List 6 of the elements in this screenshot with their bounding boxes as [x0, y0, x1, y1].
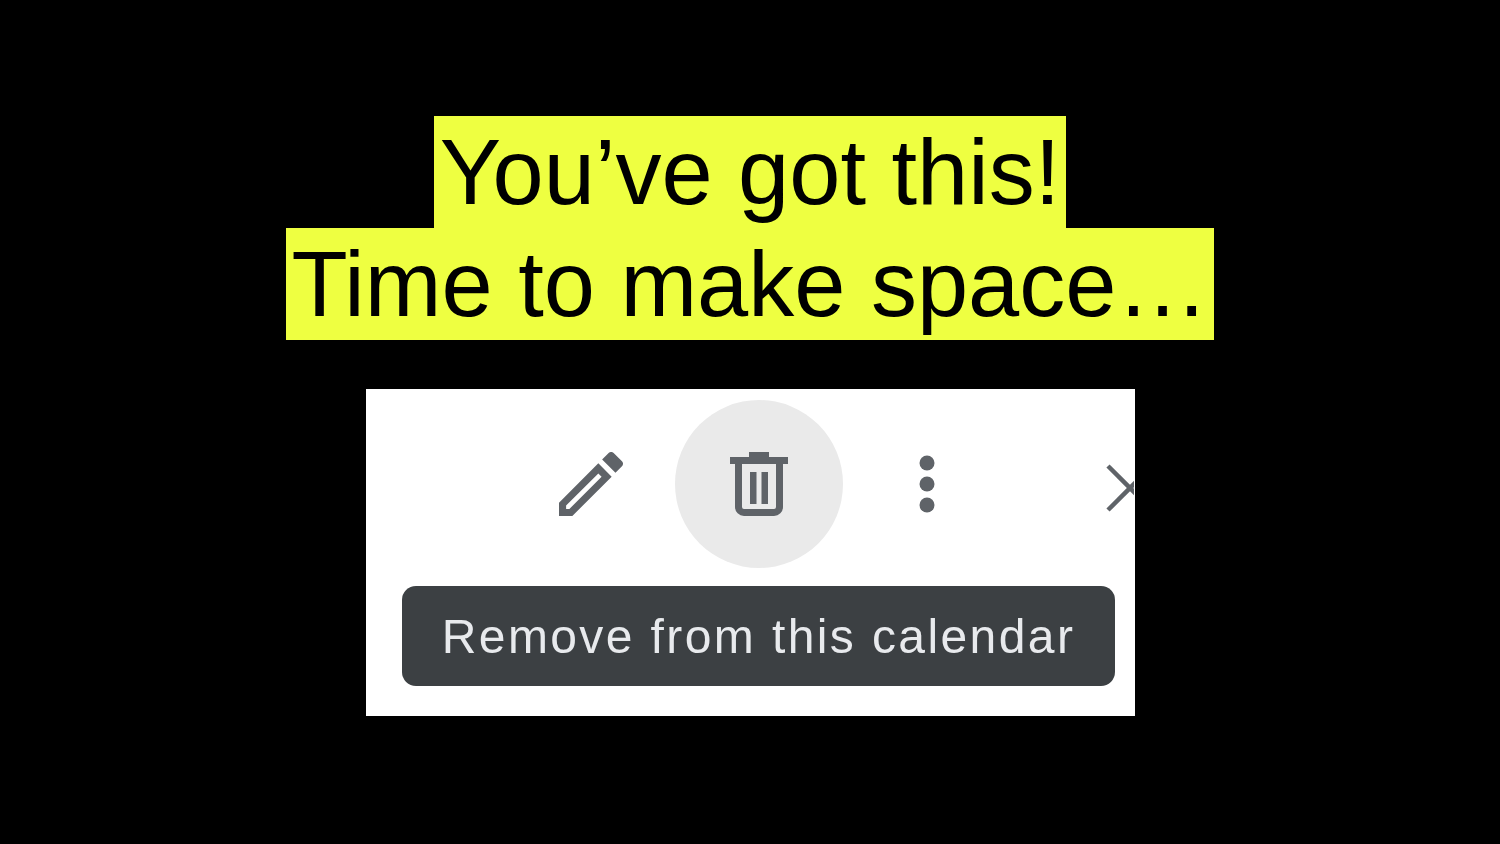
close-icon: [1105, 464, 1134, 512]
tooltip-text: Remove from this calendar: [441, 608, 1076, 664]
close-button[interactable]: [1105, 464, 1134, 512]
pencil-icon: [558, 452, 623, 516]
trash-icon: [729, 452, 788, 516]
three-dots-icon: [918, 455, 935, 513]
